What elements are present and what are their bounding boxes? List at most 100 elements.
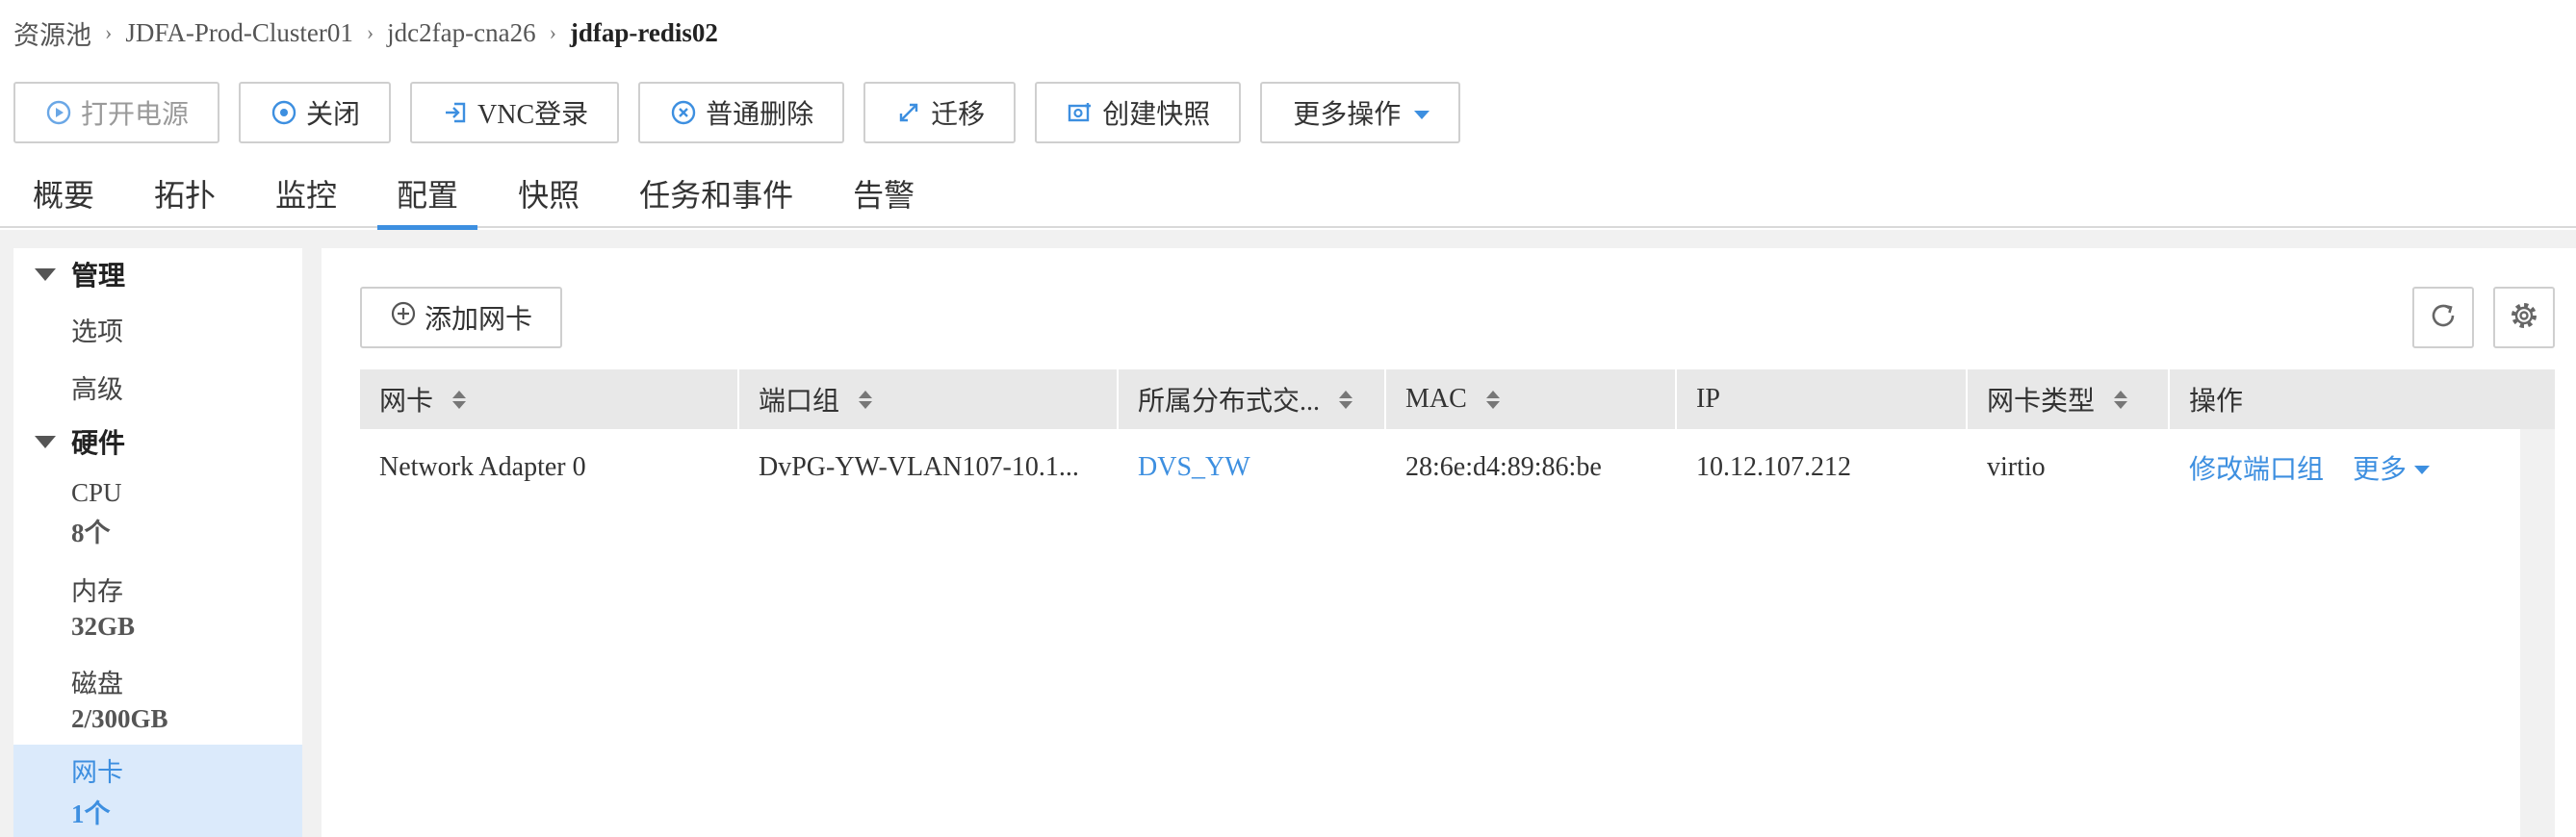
column-header-label: IP — [1696, 384, 1720, 414]
column-header-label: 端口组 — [759, 387, 840, 417]
migrate-label: 迁移 — [931, 100, 986, 130]
sidebar-item-memory-value: 32GB — [71, 612, 136, 641]
settings-button[interactable] — [2493, 287, 2555, 348]
column-header-label: 网卡 — [379, 387, 434, 417]
tab-snapshot[interactable]: 快照 — [499, 159, 599, 228]
column-header-operations: 操作 — [2170, 369, 2555, 429]
sidebar-item-memory[interactable]: 内存 32GB — [13, 560, 302, 652]
sidebar-item-advanced[interactable]: 高级 — [13, 358, 302, 416]
caret-down-icon — [1414, 110, 1430, 119]
table-header: 网卡 端口组 所属分布式交... MAC IP 网卡类型 操作 — [360, 369, 2555, 429]
refresh-button[interactable] — [2412, 287, 2474, 348]
column-header-dvs[interactable]: 所属分布式交... — [1119, 369, 1386, 429]
sidebar-item-disk-label: 磁盘 — [71, 670, 123, 698]
caret-down-icon — [2414, 465, 2431, 474]
expand-arrows-icon — [894, 98, 923, 127]
breadcrumb-host[interactable]: jdc2fap-cna26 — [387, 18, 535, 48]
sidebar-item-memory-label: 内存 — [71, 577, 123, 606]
plus-circle-icon — [390, 300, 417, 335]
chevron-right-icon: › — [105, 20, 113, 44]
table-body: Network Adapter 0 DvPG-YW-VLAN107-10.1..… — [360, 429, 2555, 837]
play-circle-icon — [44, 98, 73, 127]
shutdown-label: 关闭 — [306, 100, 361, 130]
triangle-down-icon — [35, 435, 56, 448]
row-more-label: 更多 — [2353, 455, 2408, 485]
breadcrumb: 资源池 › JDFA-Prod-Cluster01 › jdc2fap-cna2… — [13, 13, 718, 52]
delete-label: 普通删除 — [706, 100, 814, 130]
sidebar-item-nic-label: 网卡 — [71, 758, 123, 787]
cell-ip: 10.12.107.212 — [1696, 452, 1851, 482]
create-snapshot-button[interactable]: 创建快照 — [1035, 82, 1242, 143]
more-actions-label: 更多操作 — [1293, 100, 1402, 130]
create-snapshot-label: 创建快照 — [1102, 100, 1211, 130]
cell-nic: Network Adapter 0 — [379, 452, 586, 482]
row-more-dropdown[interactable]: 更多 — [2353, 448, 2431, 487]
tab-configuration[interactable]: 配置 — [377, 159, 478, 230]
sidebar-group-manage-label: 管理 — [71, 262, 126, 292]
power-on-label: 打开电源 — [81, 100, 190, 130]
cell-nic-type: virtio — [1987, 452, 2046, 482]
sidebar-item-nic-value: 1个 — [71, 799, 111, 828]
row-actions: 修改端口组 更多 — [2189, 448, 2431, 487]
add-nic-label: 添加网卡 — [424, 305, 532, 335]
chevron-right-icon: › — [549, 20, 556, 44]
shutdown-button[interactable]: 关闭 — [239, 82, 392, 143]
breadcrumb-cluster[interactable]: JDFA-Prod-Cluster01 — [125, 18, 353, 48]
gear-icon — [2507, 298, 2541, 338]
nic-table: 网卡 端口组 所属分布式交... MAC IP 网卡类型 操作 Network … — [360, 369, 2555, 837]
chevron-right-icon: › — [366, 20, 374, 44]
dvs-link[interactable]: DVS_YW — [1138, 452, 1250, 483]
cell-port-group: DvPG-YW-VLAN107-10.1... — [759, 452, 1079, 482]
cell-dvs: DVS_YW — [1119, 429, 1386, 506]
column-header-nic-type[interactable]: 网卡类型 — [1968, 369, 2170, 429]
column-header-label: MAC — [1405, 384, 1467, 414]
stop-circle-icon — [270, 98, 298, 127]
tab-summary[interactable]: 概要 — [13, 159, 114, 228]
sidebar-item-cpu-label: CPU — [71, 478, 122, 507]
sort-icon — [859, 390, 873, 409]
sort-icon — [452, 390, 467, 409]
refresh-icon — [2426, 298, 2460, 338]
config-sidebar: 管理 选项 高级 硬件 CPU 8个 内存 32GB 磁盘 2/300GB 网卡… — [13, 248, 302, 837]
tab-alarms[interactable]: 告警 — [834, 159, 934, 228]
column-header-mac[interactable]: MAC — [1386, 369, 1677, 429]
sidebar-item-cpu[interactable]: CPU 8个 — [13, 468, 302, 560]
tab-monitor[interactable]: 监控 — [256, 159, 356, 228]
migrate-button[interactable]: 迁移 — [863, 82, 1017, 143]
column-header-label: 网卡类型 — [1987, 387, 2096, 417]
vnc-login-button[interactable]: VNC登录 — [410, 82, 620, 143]
sidebar-item-disk-value: 2/300GB — [71, 704, 168, 733]
sidebar-group-hardware[interactable]: 硬件 — [13, 416, 302, 468]
breadcrumb-vm: jdfap-redis02 — [569, 17, 718, 47]
breadcrumb-resource-pool[interactable]: 资源池 — [13, 14, 91, 52]
nic-panel: 添加网卡 网卡 端口组 所属分布式交... MAC IP 网卡类型 操作 Net… — [322, 248, 2576, 837]
tab-bar: 概要 拓扑 监控 配置 快照 任务和事件 告警 — [0, 159, 2576, 230]
power-on-button[interactable]: 打开电源 — [13, 82, 220, 143]
tab-tasks-events[interactable]: 任务和事件 — [620, 159, 812, 228]
sidebar-item-disk[interactable]: 磁盘 2/300GB — [13, 652, 302, 745]
login-icon — [441, 98, 470, 127]
delete-button[interactable]: 普通删除 — [638, 82, 845, 143]
table-row[interactable]: Network Adapter 0 DvPG-YW-VLAN107-10.1..… — [360, 429, 2555, 506]
more-actions-button[interactable]: 更多操作 — [1260, 82, 1461, 143]
sidebar-item-cpu-value: 8个 — [71, 519, 111, 547]
column-header-label: 操作 — [2189, 387, 2244, 417]
sidebar-group-manage[interactable]: 管理 — [13, 248, 302, 300]
close-circle-icon — [669, 98, 698, 127]
vnc-login-label: VNC登录 — [477, 100, 589, 130]
tab-topology[interactable]: 拓扑 — [135, 159, 235, 228]
vertical-scrollbar[interactable] — [2520, 429, 2555, 837]
action-toolbar: 打开电源 关闭 VNC登录 普通删除 迁移 创建快照 更多操作 — [13, 82, 1461, 143]
column-header-nic[interactable]: 网卡 — [360, 369, 739, 429]
sort-icon — [2114, 390, 2128, 409]
sidebar-item-options[interactable]: 选项 — [13, 300, 302, 358]
sort-icon — [1339, 390, 1353, 409]
snapshot-icon — [1066, 98, 1095, 127]
column-header-port-group[interactable]: 端口组 — [739, 369, 1119, 429]
sidebar-item-nic[interactable]: 网卡 1个 — [13, 745, 302, 837]
sort-icon — [1485, 390, 1500, 409]
cell-operations: 修改端口组 更多 — [2170, 429, 2555, 506]
triangle-down-icon — [35, 267, 56, 281]
add-nic-button[interactable]: 添加网卡 — [360, 287, 562, 348]
modify-port-group-link[interactable]: 修改端口组 — [2189, 448, 2324, 487]
